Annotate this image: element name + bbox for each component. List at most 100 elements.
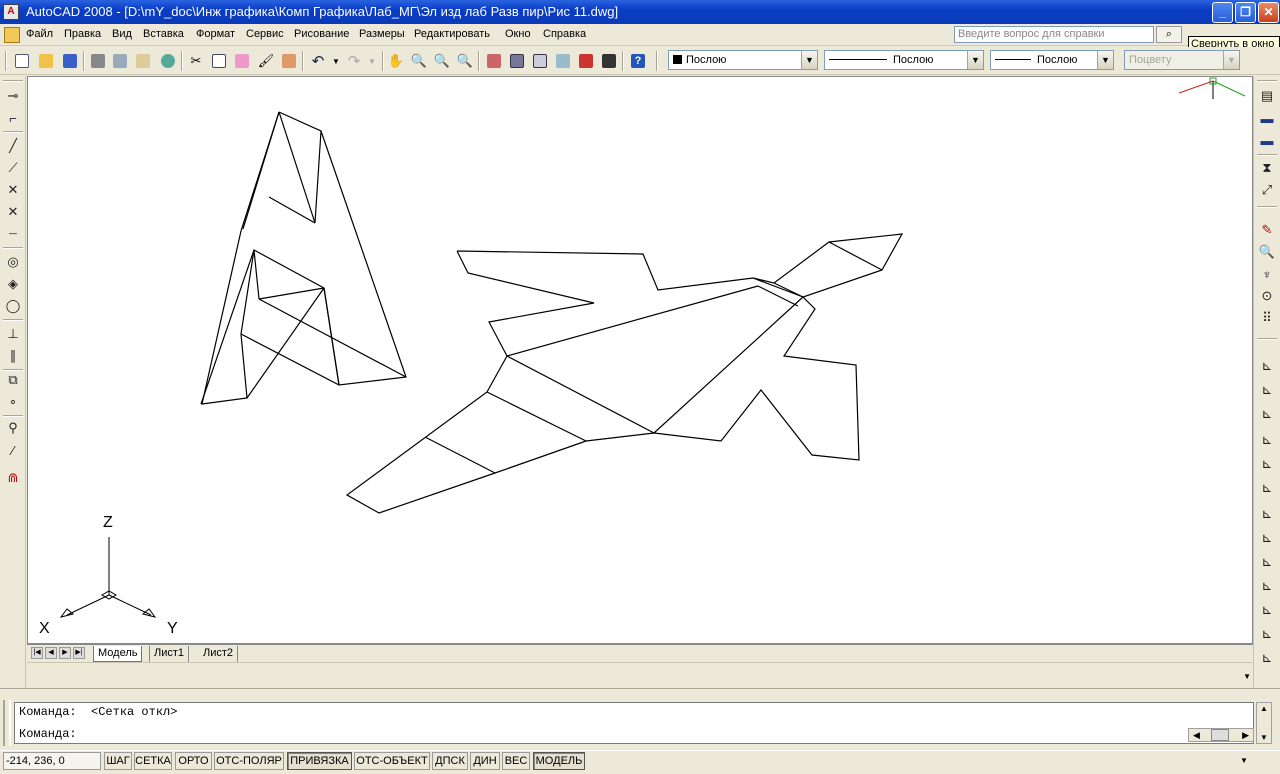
save-icon[interactable] [60,51,80,71]
osnap-settings-icon[interactable]: ⋒ [3,468,23,488]
temporary-track-icon[interactable]: ⊸ [3,86,23,106]
last-tab-icon[interactable]: ▶| [73,647,85,659]
blockeditor-icon[interactable] [279,51,299,71]
minimize-button[interactable]: _ [1212,2,1233,23]
ucs-z-rotate-icon[interactable]: ⊾ [1257,528,1277,548]
help-icon[interactable]: ? [628,51,648,71]
menu-tools[interactable]: Сервис [246,28,284,40]
menu-file[interactable]: Файл [26,28,53,40]
ucs-apply-icon[interactable]: ⊾ [1257,600,1277,620]
arrow-right-icon[interactable]: ▶ [1242,729,1249,741]
osnap-toggle[interactable]: ПРИВЯЗКА [287,752,352,770]
first-tab-icon[interactable]: |◀ [31,647,43,659]
ucs-3point-icon[interactable]: ⊾ [1257,552,1277,572]
command-grip[interactable] [3,700,11,746]
redo-dropdown-icon[interactable]: ▼ [362,51,382,71]
from-icon[interactable]: ⌐ [3,108,23,128]
3dwf-icon[interactable] [158,51,178,71]
paste-icon[interactable] [232,51,252,71]
undo-icon[interactable]: ↶ [308,51,328,71]
ucs-y-rotate-icon[interactable]: ⊾ [1257,504,1277,524]
ucs-named-icon[interactable]: ⊾ [1257,576,1277,596]
lineweight-toggle[interactable]: ВЕС [502,752,530,770]
toolpalettes-icon[interactable] [530,51,550,71]
sheetset-icon[interactable] [553,51,573,71]
menu-help[interactable]: Справка [543,28,586,40]
extension-icon[interactable]: ┈ [3,224,23,244]
ucs-icon[interactable]: ▤ [1257,86,1277,106]
parallel-icon[interactable]: ∥ [3,346,23,366]
search-icon[interactable]: ⌕ [1156,26,1182,43]
drawing-area[interactable]: Z X Y [27,76,1253,644]
chevron-down-icon[interactable]: ▼ [801,51,817,69]
help-search-input[interactable]: Введите вопрос для справки [954,26,1154,43]
apparent-intersection-icon[interactable]: ✕ [3,202,23,222]
ucs-manager-icon[interactable]: ⊾ [1257,648,1277,668]
calculator-icon[interactable] [599,51,619,71]
z-icon[interactable]: ⊾ [1257,356,1277,376]
grid-toggle[interactable]: СЕТКА [134,752,172,770]
command-prompt[interactable]: Команда: [19,727,77,741]
copy-icon[interactable] [209,51,229,71]
model-space-toggle[interactable]: МОДЕЛЬ [533,752,585,770]
zoom-realtime-icon[interactable]: 🔍 [409,51,429,71]
node-icon[interactable]: ∘ [3,392,23,412]
toolbar-grip[interactable] [1257,80,1277,82]
horizontal-scrollbar[interactable]: ▼ [27,662,1253,686]
intersection-icon[interactable]: ✕ [3,180,23,200]
ucs-origin-icon[interactable]: ⊾ [1257,454,1277,474]
menu-format[interactable]: Формат [196,28,235,40]
toolbar-grip[interactable] [5,51,7,71]
center-icon[interactable]: ◎ [3,252,23,272]
cut-icon[interactable]: ✂ [186,51,206,71]
arrow-down-icon[interactable]: ▼ [1260,733,1268,742]
redo-icon[interactable]: ↷ [344,51,364,71]
status-menu-icon[interactable]: ▼ [1240,756,1248,765]
face-icon[interactable]: ⧗ [1257,158,1277,178]
command-vscrollbar[interactable]: ▲ ▼ [1256,702,1272,744]
chevron-down-icon[interactable]: ▼ [1243,672,1251,681]
plot-icon[interactable] [88,51,108,71]
designcenter-icon[interactable] [507,51,527,71]
color-select[interactable]: Послою ▼ [668,50,818,70]
coordinate-display[interactable]: -214, 236, 0 [3,752,101,770]
command-hscrollbar[interactable]: ◀ ▶ [1188,728,1254,742]
close-button[interactable]: ✕ [1258,2,1279,23]
ucs-settings-icon[interactable]: ⊾ [1257,624,1277,644]
y-icon[interactable]: ⠿ [1257,308,1277,328]
linetype-select[interactable]: Послою ▼ [824,50,984,70]
snap-toggle[interactable]: ШАГ [104,752,132,770]
ucs-x-rotate-icon[interactable]: ⊾ [1257,478,1277,498]
object-icon[interactable]: ▬ [1257,130,1277,150]
autocad-app-icon[interactable]: A [3,4,19,20]
apply-icon[interactable]: ⊾ [1257,380,1277,400]
tab-layout2[interactable]: Лист2 [199,646,239,662]
scroll-thumb[interactable] [1211,729,1229,741]
undo-dropdown-icon[interactable]: ▼ [326,51,346,71]
menu-insert[interactable]: Вставка [143,28,184,40]
menu-dimension[interactable]: Размеры [359,28,405,40]
tangent-icon[interactable]: ◯ [3,296,23,316]
world-icon[interactable]: ▬ [1257,108,1277,128]
menu-window[interactable]: Окно [505,28,531,40]
properties-icon[interactable] [484,51,504,71]
open-icon[interactable] [36,51,56,71]
chevron-down-icon[interactable]: ▼ [967,51,983,69]
view-icon[interactable]: ⤢ [1257,180,1277,200]
none-icon[interactable]: ⁄ [3,440,23,460]
x-icon[interactable]: ⊙ [1257,286,1277,306]
menu-view[interactable]: Вид [112,28,132,40]
matchprop-icon[interactable]: 🖌 [256,51,276,71]
new-icon[interactable] [12,51,32,71]
chevron-down-icon[interactable]: ▼ [1097,51,1113,69]
zoom-previous-icon[interactable]: 🔍 [455,51,475,71]
ortho-toggle[interactable]: ОРТО [175,752,212,770]
arrow-up-icon[interactable]: ▲ [1260,704,1268,713]
restore-button[interactable]: ❐ [1235,2,1256,23]
zaxis-icon[interactable]: 🔍 [1257,242,1277,262]
perpendicular-icon[interactable]: ⊥ [3,324,23,344]
document-icon[interactable] [4,27,20,43]
zoom-window-icon[interactable]: 🔍 [432,51,452,71]
dyn-toggle[interactable]: ДИН [470,752,500,770]
command-history[interactable]: Команда: <Сетка откл> Команда: [14,702,1254,744]
